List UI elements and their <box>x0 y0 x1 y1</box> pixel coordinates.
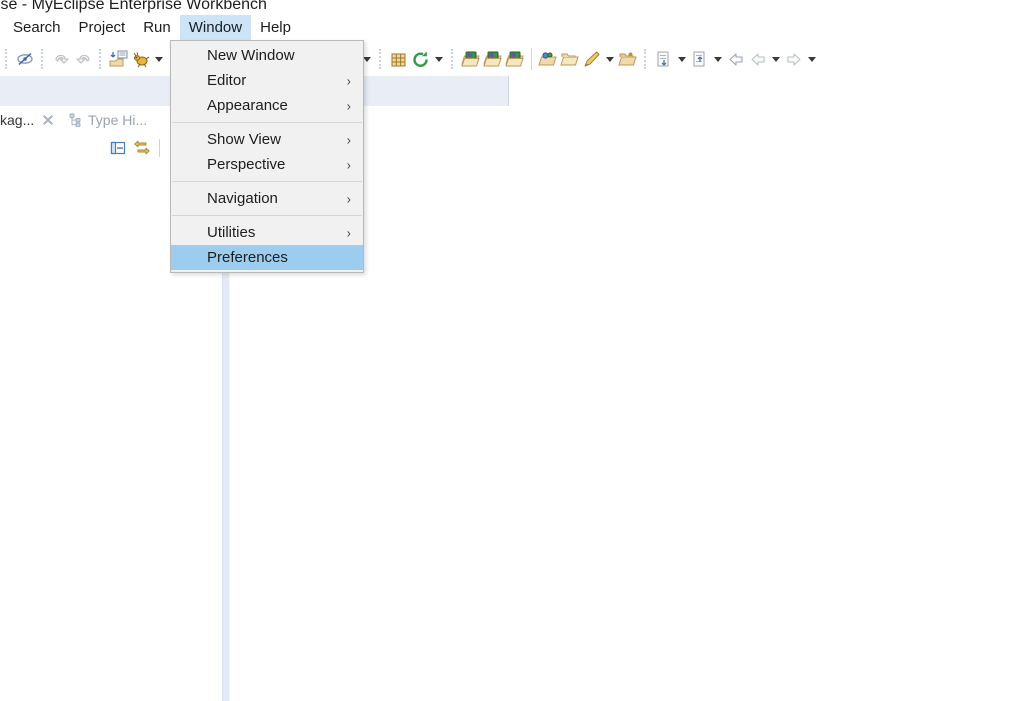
menubar-item-project[interactable]: Project <box>70 15 135 41</box>
menu-item-label: Navigation <box>207 190 278 207</box>
menu-item-label: Show View <box>207 131 281 148</box>
view-tab-label: kag... <box>0 112 35 128</box>
previous-annotation-icon[interactable] <box>689 48 711 70</box>
toolbar-line-separator <box>531 48 532 70</box>
redo-icon[interactable] <box>72 48 94 70</box>
back-history-icon[interactable] <box>747 48 769 70</box>
new-package-icon[interactable] <box>388 48 410 70</box>
chevron-right-icon: › <box>346 132 351 147</box>
dropdown-arrow-icon[interactable] <box>711 48 725 70</box>
menu-item-navigation[interactable]: Navigation › <box>171 186 363 211</box>
window-menu-popup: New Window Editor › Appearance › Show Vi… <box>170 40 364 273</box>
view-toolbar-separator <box>159 139 160 157</box>
collapse-all-icon[interactable] <box>108 138 128 158</box>
main-toolbar <box>0 42 1036 76</box>
menu-separator <box>172 122 362 123</box>
chevron-right-icon: › <box>346 73 351 88</box>
refresh-icon[interactable] <box>410 48 432 70</box>
dropdown-arrow-icon[interactable] <box>152 48 166 70</box>
menu-item-utilities[interactable]: Utilities › <box>171 220 363 245</box>
menu-item-appearance[interactable]: Appearance › <box>171 93 363 118</box>
window-title: terprise - MyEclipse Enterprise Workbenc… <box>0 0 267 13</box>
menu-item-label: Appearance <box>207 97 288 114</box>
menubar-item-search[interactable]: Search <box>4 15 70 41</box>
open-file-icon[interactable] <box>617 48 639 70</box>
toolbar-separator <box>41 49 45 69</box>
menu-item-new-window[interactable]: New Window <box>171 43 363 68</box>
menubar-item-help[interactable]: Help <box>251 15 300 41</box>
toggle-mark-occurrences-icon[interactable] <box>14 48 36 70</box>
dropdown-arrow-icon[interactable] <box>805 48 819 70</box>
forward-icon[interactable] <box>783 48 805 70</box>
toolbar-underband-right <box>509 76 1036 106</box>
menu-item-perspective[interactable]: Perspective › <box>171 152 363 177</box>
open-resource-icon[interactable] <box>537 48 559 70</box>
new-folder-icon[interactable] <box>559 48 581 70</box>
chevron-right-icon: › <box>346 225 351 240</box>
menu-bar: Search Project Run Window Help <box>0 14 1036 42</box>
menubar-item-run[interactable]: Run <box>134 15 180 41</box>
window-title-bar: terprise - MyEclipse Enterprise Workbenc… <box>0 0 1036 14</box>
chevron-right-icon: › <box>346 191 351 206</box>
toolbar-separator <box>644 49 648 69</box>
menu-item-label: Utilities <box>207 224 256 241</box>
toolbar-separator <box>99 49 103 69</box>
link-with-editor-icon[interactable] <box>132 138 152 158</box>
open-type-3-icon[interactable] <box>504 48 526 70</box>
chevron-right-icon: › <box>346 98 351 113</box>
import-icon[interactable] <box>108 48 130 70</box>
toolbar-underband-divider <box>508 76 509 106</box>
menu-item-show-view[interactable]: Show View › <box>171 127 363 152</box>
menu-item-label: New Window <box>207 47 295 64</box>
view-tab-label: Type Hi... <box>88 112 148 128</box>
dropdown-arrow-icon[interactable] <box>603 48 617 70</box>
dropdown-arrow-icon[interactable] <box>432 48 446 70</box>
toolbar-separator <box>451 49 455 69</box>
menu-separator <box>172 215 362 216</box>
dropdown-arrow-icon[interactable] <box>675 48 689 70</box>
menu-separator <box>172 181 362 182</box>
back-icon[interactable] <box>725 48 747 70</box>
dropdown-arrow-icon[interactable] <box>769 48 783 70</box>
menu-item-label: Preferences <box>207 249 288 266</box>
menu-item-label: Editor <box>207 72 247 89</box>
view-tab-package-explorer[interactable]: kag... <box>0 106 66 134</box>
next-annotation-icon[interactable] <box>653 48 675 70</box>
undo-icon[interactable] <box>50 48 72 70</box>
myeclipse-workbench-window: terprise - MyEclipse Enterprise Workbenc… <box>0 0 1036 701</box>
debug-ant-icon[interactable] <box>130 48 152 70</box>
close-icon[interactable] <box>42 114 54 126</box>
open-type-icon[interactable] <box>460 48 482 70</box>
type-hierarchy-icon <box>68 112 84 128</box>
open-type-2-icon[interactable] <box>482 48 504 70</box>
menubar-item-window[interactable]: Window <box>179 15 252 41</box>
edit-pencil-icon[interactable] <box>581 48 603 70</box>
menu-item-editor[interactable]: Editor › <box>171 68 363 93</box>
chevron-right-icon: › <box>346 157 351 172</box>
toolbar-separator <box>5 49 9 69</box>
menu-item-preferences[interactable]: Preferences <box>171 245 363 270</box>
toolbar-separator <box>379 49 383 69</box>
menu-item-label: Perspective <box>207 156 286 173</box>
